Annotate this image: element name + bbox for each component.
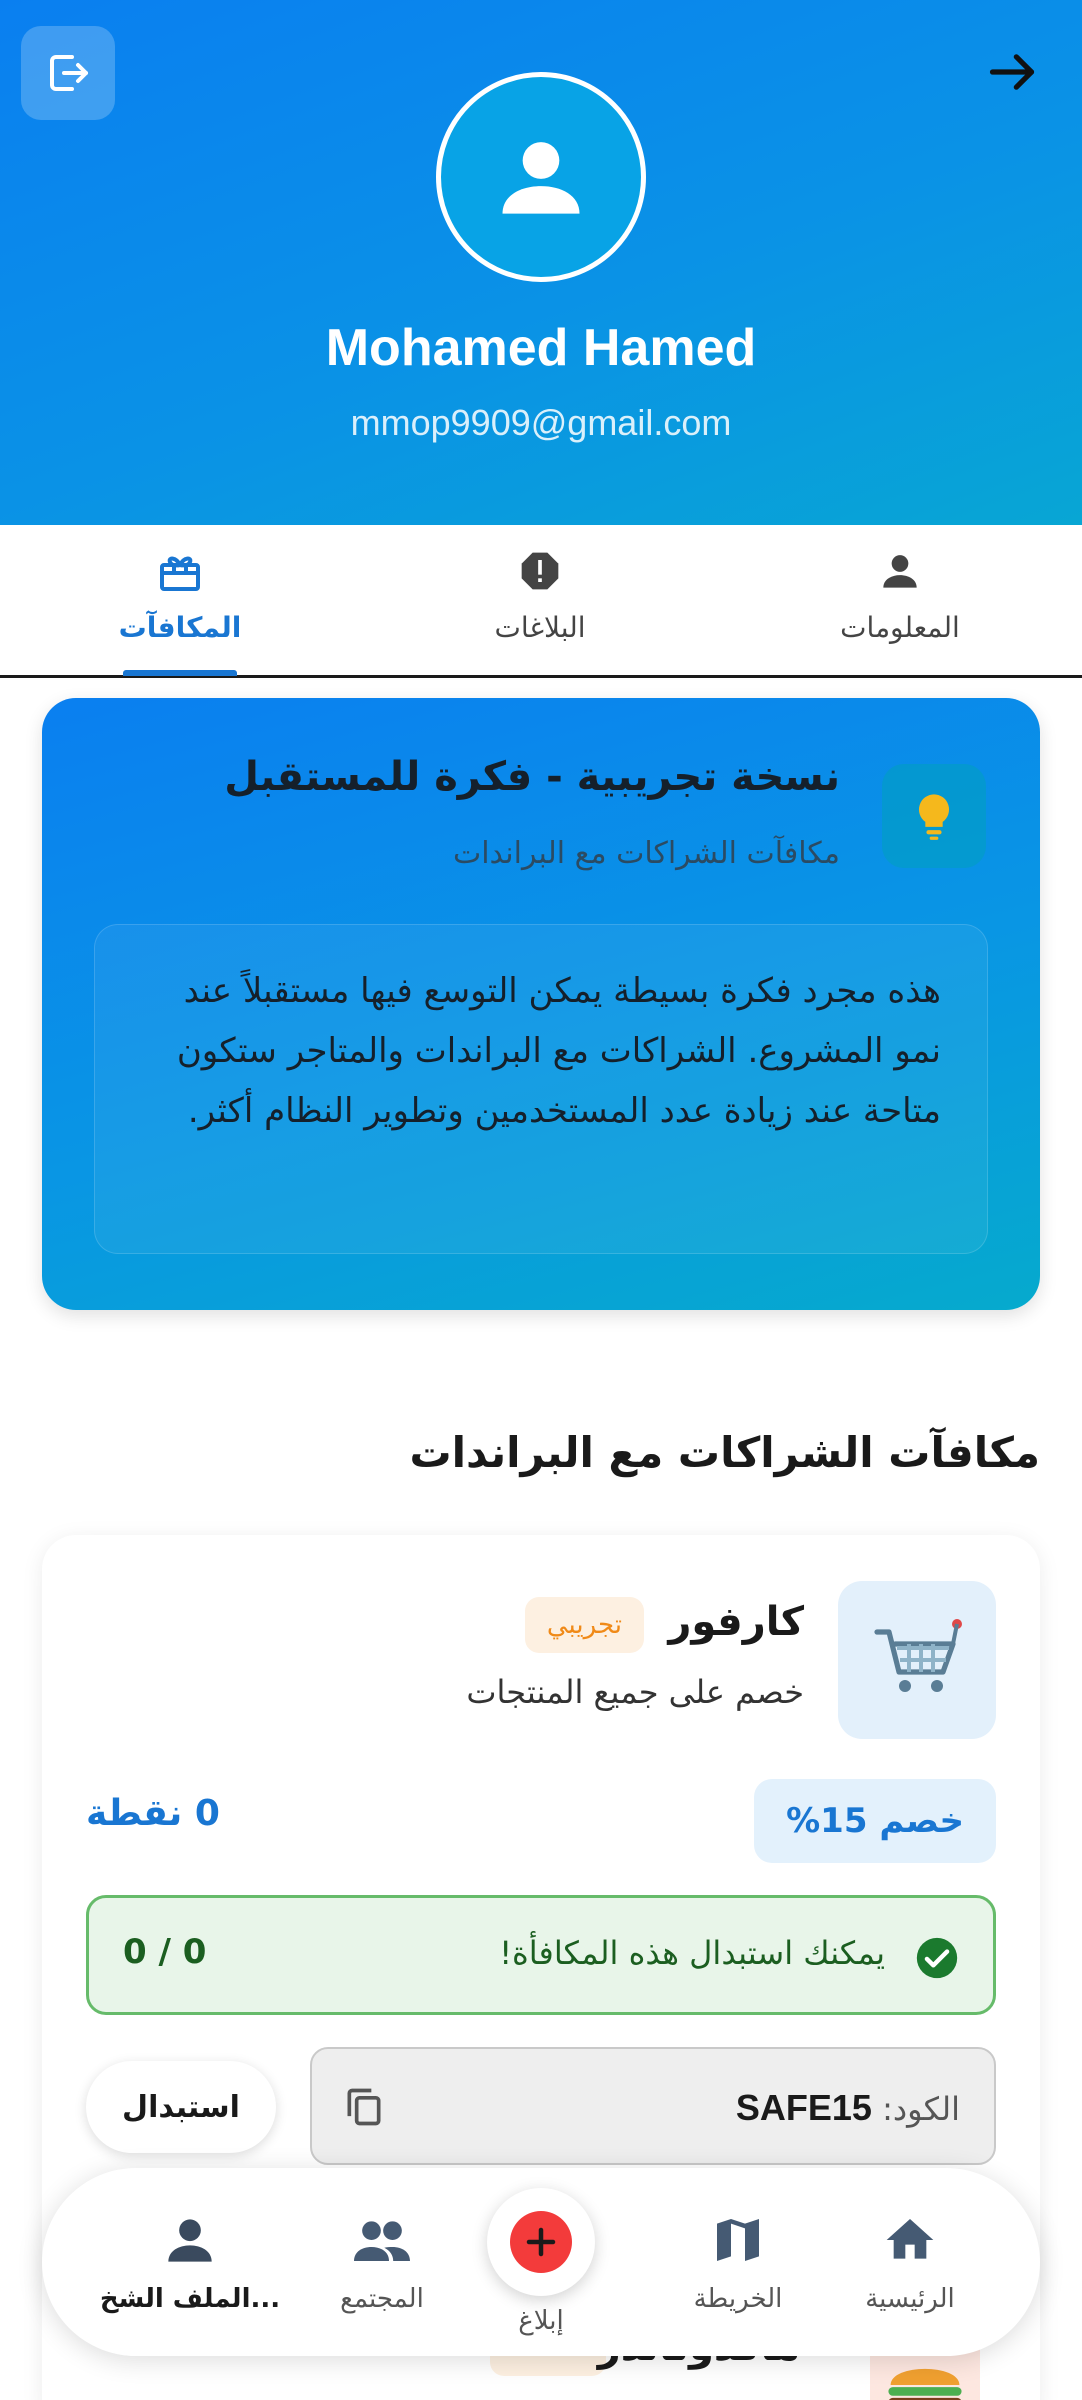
status-text: يمكنك استبدال هذه المكافأة! <box>499 1934 885 1972</box>
info-card-body-box: هذه مجرد فكرة بسيطة يمكن التوسع فيها مست… <box>94 924 988 1254</box>
nav-home[interactable]: الرئيسية <box>820 2168 1000 2356</box>
nav-label: المجتمع <box>340 2284 424 2314</box>
lightbulb-icon <box>918 794 950 840</box>
nav-profile[interactable]: الملف الشخ... <box>100 2168 280 2356</box>
logout-icon <box>50 55 88 91</box>
map-icon <box>717 2219 759 2261</box>
shopping-cart-icon <box>874 1619 962 1692</box>
promo-code-field[interactable]: الكود: SAFE15 <box>310 2047 996 2165</box>
reward-description: خصم على جميع المنتجات <box>466 1673 804 1711</box>
brand-name: كارفور <box>668 1599 804 1645</box>
user-name: Mohamed Hamed <box>325 319 757 377</box>
profile-header: Mohamed Hamed mmop9909@gmail.com <box>0 0 1082 525</box>
copy-icon[interactable] <box>342 2085 386 2129</box>
points-required: 0 نقطة <box>86 1793 220 1834</box>
promo-code: الكود: SAFE15 <box>736 2087 960 2129</box>
user-email: mmop9909@gmail.com <box>350 402 732 443</box>
tab-info[interactable]: المعلومات <box>760 525 1040 675</box>
tab-rewards[interactable]: المكافآت <box>40 525 320 675</box>
profile-tabs: المعلومات البلاغات المكافآت <box>0 525 1082 678</box>
code-value: SAFE15 <box>735 2087 872 2128</box>
bottom-navigation: الرئيسية الخريطة إبلاغ المجتمع الملف الش… <box>42 2168 1040 2356</box>
info-card-body: هذه مجرد فكرة بسيطة يمكن التوسع فيها مست… <box>176 971 941 1131</box>
people-icon <box>354 2221 410 2261</box>
report-fab[interactable] <box>487 2188 595 2296</box>
trial-badge: تجريبي <box>524 1597 644 1653</box>
nav-map[interactable]: الخريطة <box>648 2168 828 2356</box>
nav-label-report: إبلاغ <box>518 2306 564 2336</box>
tab-label: البلاغات <box>494 611 586 644</box>
beta-info-card: نسخة تجريبية - فكرة للمستقبل مكافآت الشر… <box>42 698 1040 1310</box>
status-count: 0 / 0 <box>123 1932 207 1972</box>
nav-community[interactable]: المجتمع <box>292 2168 472 2356</box>
active-tab-indicator <box>123 670 237 676</box>
tab-reports[interactable]: البلاغات <box>400 525 680 675</box>
code-label: الكود: <box>882 2090 960 2128</box>
check-circle-icon <box>916 1937 958 1979</box>
nav-label: الرئيسية <box>865 2284 955 2314</box>
nav-label: الخريطة <box>693 2284 783 2314</box>
redeem-button[interactable]: استبدال <box>86 2061 276 2153</box>
discount-badge: خصم 15% <box>754 1779 996 1863</box>
avatar[interactable] <box>436 72 646 282</box>
logout-button[interactable] <box>21 26 115 120</box>
nav-label: الملف الشخ... <box>99 2284 281 2314</box>
add-icon <box>526 2227 556 2257</box>
person-icon <box>883 555 917 588</box>
info-card-title: نسخة تجريبية - فكرة للمستقبل <box>224 754 840 800</box>
person-icon <box>168 2219 212 2262</box>
section-title: مكافآت الشراكات مع البراندات <box>409 1428 1040 1477</box>
person-icon <box>502 142 580 214</box>
gift-icon <box>160 556 200 591</box>
home-icon <box>886 2219 934 2259</box>
arrow-right-icon <box>989 54 1035 90</box>
redeem-status: يمكنك استبدال هذه المكافأة! 0 / 0 <box>86 1895 996 2015</box>
info-card-subtitle: مكافآت الشراكات مع البراندات <box>452 836 840 871</box>
tab-label: المعلومات <box>840 611 960 644</box>
brand-logo <box>838 1581 996 1739</box>
lightbulb-badge <box>882 764 986 868</box>
tab-label: المكافآت <box>118 611 242 644</box>
back-button[interactable] <box>982 42 1042 102</box>
burger-icon <box>888 2368 962 2400</box>
alert-icon <box>521 552 559 590</box>
